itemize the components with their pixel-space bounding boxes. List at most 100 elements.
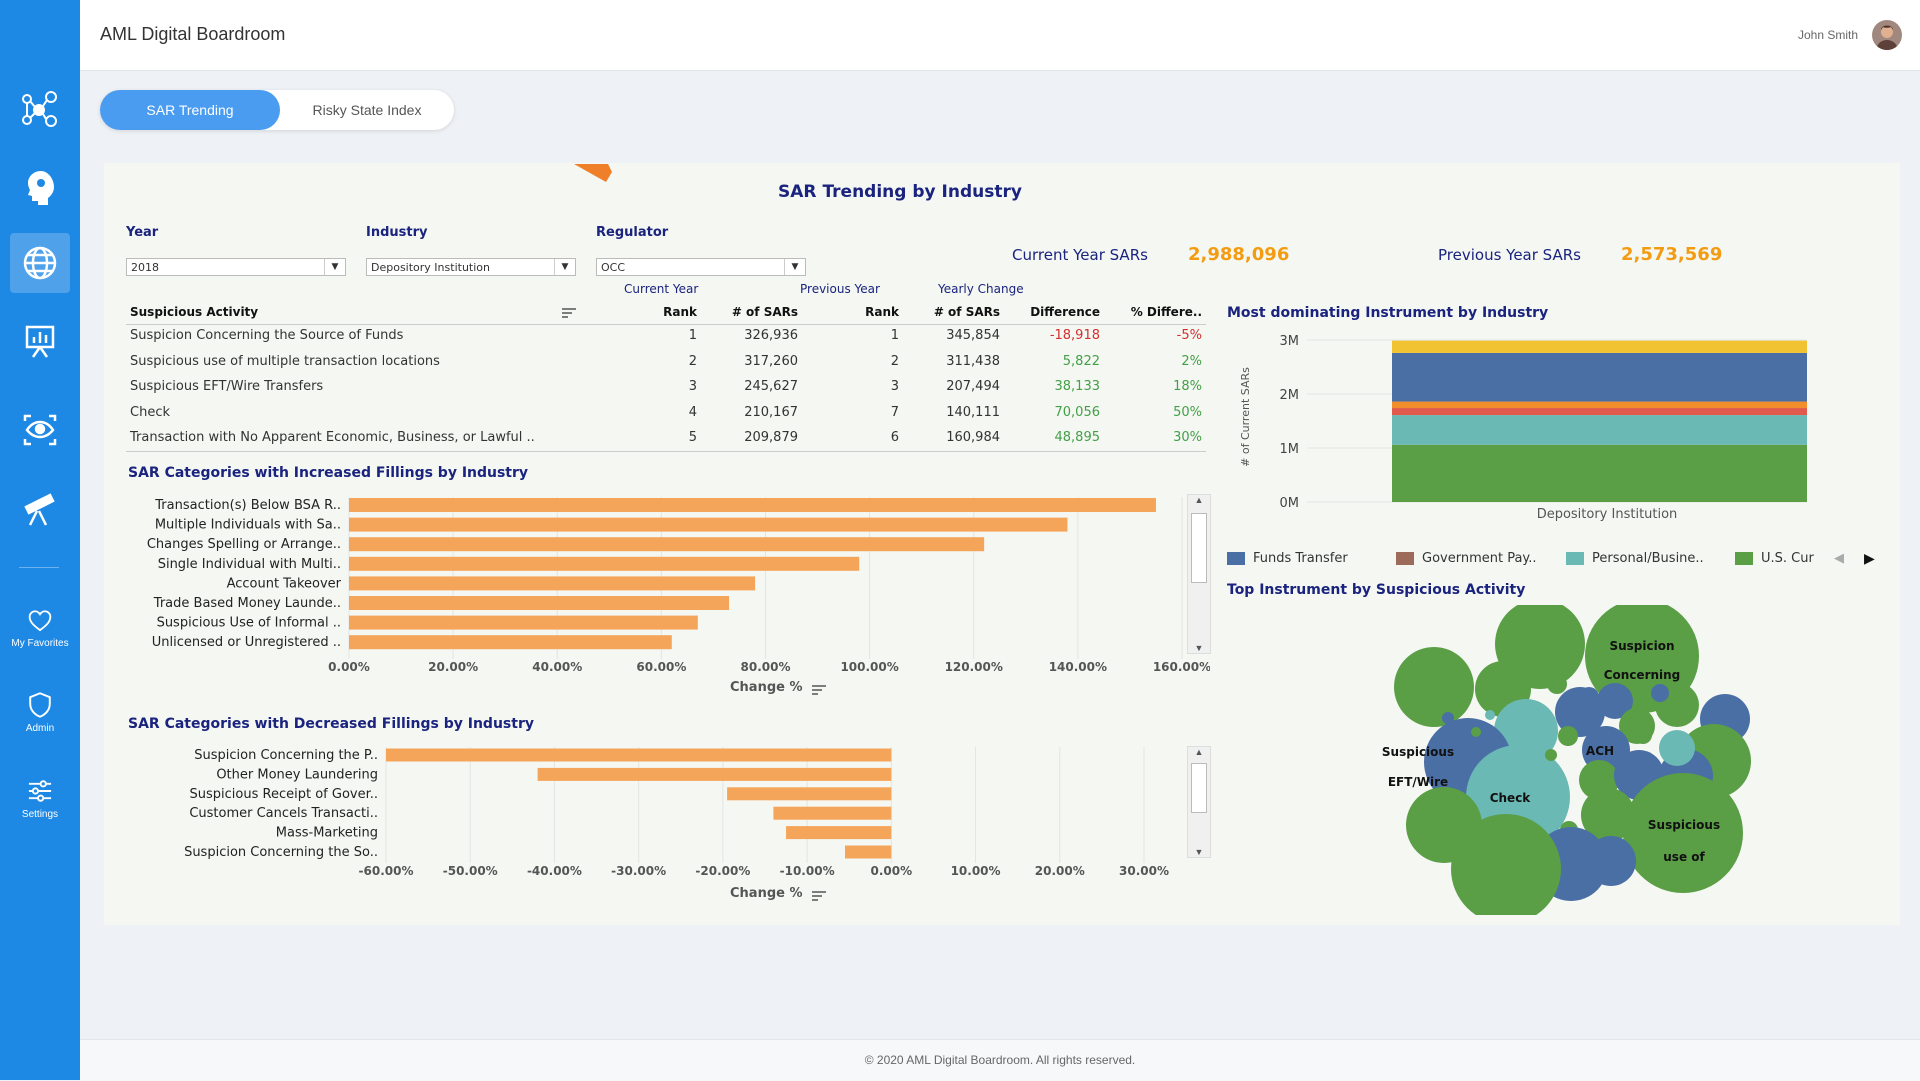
legend-next-icon[interactable]: ▶ [1864,551,1875,567]
x-tick-label: 10.00% [951,864,1001,878]
legend-label[interactable]: Government Pay.. [1422,551,1537,566]
bubble [1545,749,1557,761]
nav-settings[interactable]: Settings [10,768,70,828]
bar [845,845,892,859]
x-tick-label: 40.00% [532,660,582,674]
footer-text: © 2020 AML Digital Boardroom. All rights… [864,1053,1136,1067]
nav-favorites[interactable]: My Favorites [10,596,70,660]
cell-rank-current: 2 [688,353,697,369]
category-label: Unlicensed or Unregistered .. [152,635,341,650]
tab-bar: SAR Trending Risky State Index [100,90,454,130]
category-label: Changes Spelling or Arrange.. [147,537,341,552]
bar [773,806,892,820]
scroll-up-icon[interactable]: ▲ [1188,495,1210,505]
x-tick-label: -60.00% [359,864,414,878]
x-tick-label: -10.00% [780,864,835,878]
category-label: Transaction(s) Below BSA R.. [154,498,341,513]
cell-activity: Check [130,404,170,420]
sort-icon[interactable] [812,890,826,902]
legend-prev-icon[interactable]: ◀ [1834,551,1844,566]
globe-icon [23,246,57,280]
scrollbar-thumb[interactable] [1191,763,1207,813]
col-header-rank-previous: Rank [865,305,899,319]
cell-sars-current: 209,879 [744,430,798,445]
top-header: AML Digital Boardroom John Smith [80,0,1920,71]
table-header-divider [126,324,1206,325]
category-label: Suspicion Concerning the So.. [184,845,378,860]
bar [349,576,756,591]
regulator-select[interactable]: OCC ▼ [596,258,806,276]
cell-rank-previous: 3 [890,379,899,394]
col-header-activity[interactable]: Suspicious Activity [130,305,258,319]
cell-activity: Suspicion Concerning the Source of Funds [130,328,404,343]
bar [349,498,1156,512]
x-tick-label: 120.00% [945,660,1003,674]
category-label: Mass-Marketing [276,826,378,841]
decreased-chart-title: SAR Categories with Decreased Fillings b… [128,716,534,732]
cell-difference: 38,133 [1054,379,1101,394]
cell-rank-previous: 2 [890,353,899,369]
scroll-down-icon[interactable]: ▼ [1188,643,1210,653]
nav-globe[interactable] [10,233,70,293]
tab-risky-state-index[interactable]: Risky State Index [280,90,454,130]
cell-sars-current: 210,167 [744,404,798,420]
nav-presentation[interactable] [10,310,70,370]
legend-label[interactable]: Funds Transfer [1253,551,1348,566]
orange-flag-icon [574,164,612,182]
scroll-down-icon[interactable]: ▼ [1188,847,1210,857]
scroll-up-icon[interactable]: ▲ [1188,747,1210,757]
nav-admin[interactable]: Admin [10,682,70,742]
bubble-label: Concerning [1604,668,1681,682]
legend-label[interactable]: U.S. Cur [1761,551,1814,566]
scrollbar-thumb[interactable] [1191,513,1207,583]
legend-swatch [1735,552,1753,565]
cell-rank-previous: 1 [890,328,899,343]
network-icon [22,91,57,127]
cell-rank-current: 4 [688,404,697,420]
cell-rank-current: 5 [688,430,697,445]
nav-telescope[interactable] [10,478,70,538]
stacked-segment [1392,340,1807,353]
bar [349,556,860,571]
x-tick-label: 100.00% [840,660,898,674]
decreased-chart-scrollbar[interactable]: ▲ ▼ [1187,746,1211,858]
decreased-fillings-chart: -60.00% -50.00% -40.00% -30.00% -20.00% -10.0… [184,747,1169,878]
bubble [1442,712,1454,724]
x-tick-label: 0.00% [871,864,913,878]
industry-label: Industry [366,225,428,240]
nav-eye[interactable] [10,400,70,460]
heart-icon [28,609,52,631]
increased-chart-scrollbar[interactable]: ▲ ▼ [1187,494,1211,654]
category-label: Suspicious Use of Informal .. [157,616,341,631]
y-tick-label: 3M [1280,334,1300,349]
chevron-down-icon: ▼ [784,259,805,275]
legend-swatch [1566,552,1584,565]
bubble [1471,727,1481,737]
x-category-label: Depository Institution [1537,507,1678,522]
cell-pct-difference: 18% [1173,379,1202,394]
user-name[interactable]: John Smith [1798,28,1858,42]
group-header-current-year: Current Year [624,282,699,296]
bubble [1558,726,1578,746]
bubble-label: Suspicious [1382,745,1454,759]
cell-sars-previous: 345,854 [946,328,1000,343]
tab-sar-trending[interactable]: SAR Trending [100,90,280,130]
cell-difference: -18,918 [1049,328,1100,343]
table-bottom-divider [126,451,1206,452]
industry-select[interactable]: Depository Institution ▼ [366,258,576,276]
bar [727,787,892,801]
nav-network[interactable] [10,80,70,140]
year-select[interactable]: 2018 ▼ [126,258,346,276]
increased-chart-title: SAR Categories with Increased Fillings b… [128,465,529,481]
x-tick-label: 80.00% [741,660,791,674]
cell-activity: Suspicious use of multiple transaction l… [130,353,440,369]
sort-icon[interactable] [562,307,576,319]
sort-icon[interactable] [812,684,826,696]
bubble [1586,836,1636,886]
cell-difference: 5,822 [1062,353,1100,369]
group-header-previous-year: Previous Year [800,282,880,296]
avatar[interactable] [1872,20,1902,50]
legend-label[interactable]: Personal/Busine.. [1592,551,1704,566]
category-label: Single Individual with Multi.. [158,557,341,572]
category-label: Account Takeover [227,576,342,591]
